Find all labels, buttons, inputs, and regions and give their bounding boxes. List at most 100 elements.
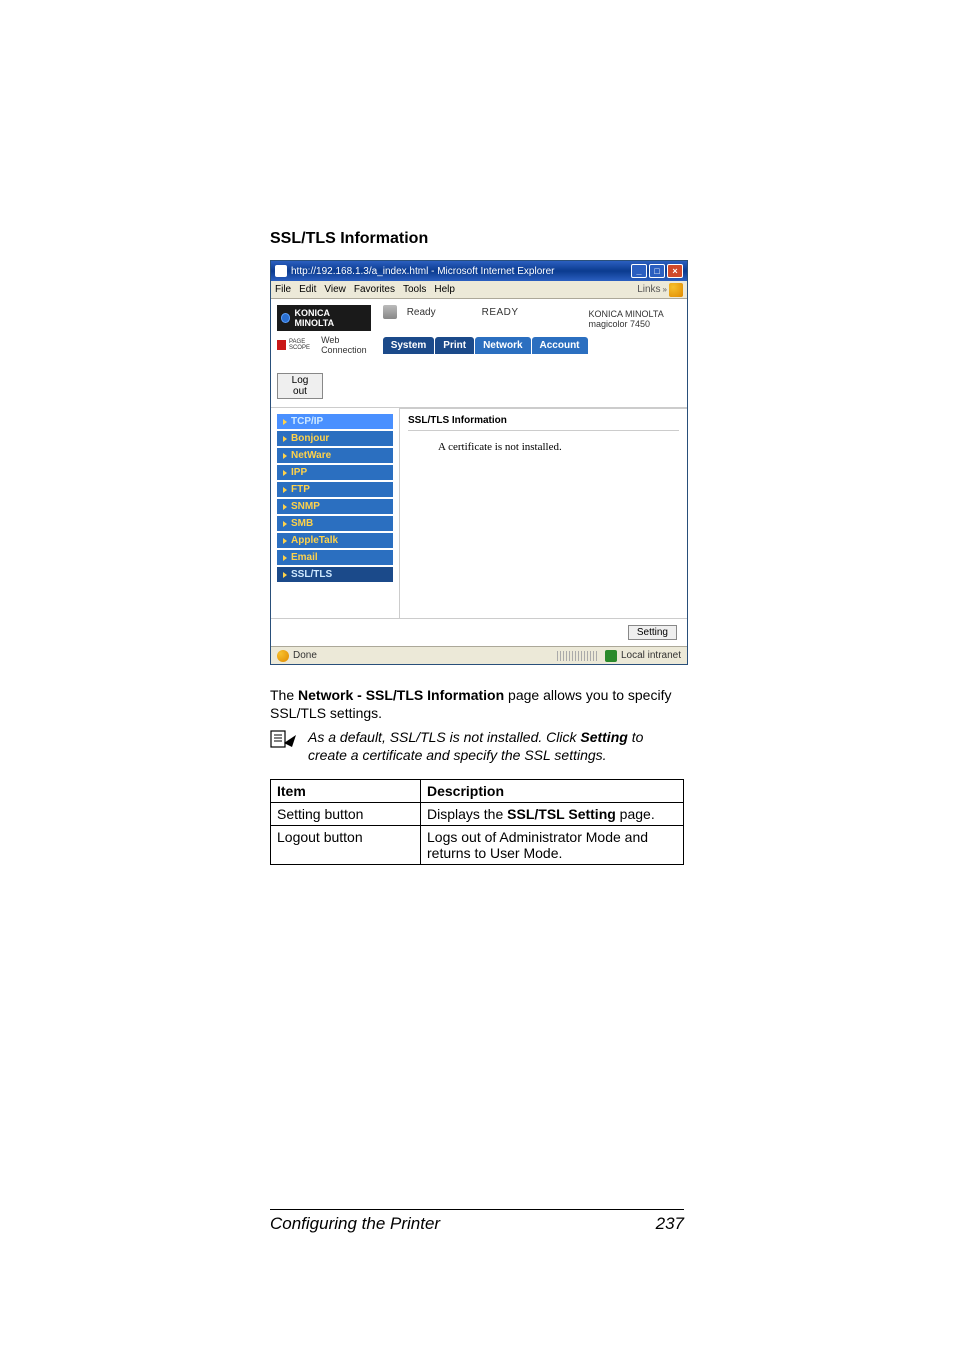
ssl-info-message: A certificate is not installed. bbox=[408, 431, 679, 453]
model-text: magicolor 7450 bbox=[589, 319, 679, 329]
ssl-info-heading: SSL/TLS Information bbox=[408, 415, 679, 431]
main-panel: SSL/TLS Information A certificate is not… bbox=[399, 408, 687, 618]
pagescope-prefix: PAGE SCOPE bbox=[289, 339, 318, 351]
nav-label: IPP bbox=[291, 467, 307, 478]
nav-arrow-icon bbox=[283, 538, 287, 544]
menu-favorites[interactable]: Favorites bbox=[354, 284, 395, 295]
logout-button[interactable]: Log out bbox=[277, 373, 323, 399]
intro-paragraph: The Network - SSL/TLS Information page a… bbox=[270, 687, 684, 723]
footer-left-text: Configuring the Printer bbox=[270, 1214, 440, 1234]
cell-desc: Logs out of Administrator Mode and retur… bbox=[421, 825, 684, 864]
brand-right-text: KONICA MINOLTA bbox=[589, 309, 679, 319]
nav-label: NetWare bbox=[291, 450, 331, 461]
ie-screenshot: http://192.168.1.3/a_index.html - Micros… bbox=[270, 260, 688, 665]
nav-smb[interactable]: SMB bbox=[277, 516, 393, 531]
section-title: SSL/TLS Information bbox=[270, 230, 684, 248]
para-text: The bbox=[270, 687, 298, 703]
nav-arrow-icon bbox=[283, 470, 287, 476]
nav-arrow-icon bbox=[283, 419, 287, 425]
page-footer: Configuring the Printer 237 bbox=[270, 1209, 684, 1234]
nav-label: FTP bbox=[291, 484, 310, 495]
tab-network[interactable]: Network bbox=[475, 337, 530, 354]
minimize-button[interactable]: _ bbox=[631, 264, 647, 278]
nav-label: Email bbox=[291, 552, 318, 563]
status-done-text: Done bbox=[293, 650, 317, 661]
links-chevron-icon[interactable]: » bbox=[663, 285, 667, 294]
tab-print[interactable]: Print bbox=[435, 337, 474, 354]
nav-label: AppleTalk bbox=[291, 535, 338, 546]
nav-tcpip[interactable]: TCP/IP bbox=[277, 414, 393, 429]
footer-rule bbox=[270, 1209, 684, 1210]
statusbar-grip bbox=[557, 651, 597, 661]
tabs-row: System Print Network Account bbox=[377, 337, 589, 354]
cell-desc-bold: SSL/TSL Setting bbox=[507, 806, 616, 822]
nav-appletalk[interactable]: AppleTalk bbox=[277, 533, 393, 548]
note-row: As a default, SSL/TLS is not installed. … bbox=[270, 729, 684, 765]
note-text-pre: As a default, SSL/TLS is not installed. … bbox=[308, 729, 580, 745]
table-row: Setting button Displays the SSL/TSL Sett… bbox=[271, 802, 684, 825]
ready-big-label: READY bbox=[482, 307, 519, 318]
nav-arrow-icon bbox=[283, 487, 287, 493]
ie-menubar: File Edit View Favorites Tools Help Link… bbox=[271, 281, 687, 299]
nav-ssltls[interactable]: SSL/TLS bbox=[277, 567, 393, 582]
status-done-icon bbox=[277, 650, 289, 662]
menu-edit[interactable]: Edit bbox=[299, 284, 316, 295]
ie-app-icon bbox=[275, 265, 287, 277]
cell-desc-text: page. bbox=[616, 806, 655, 822]
cell-desc: Displays the SSL/TSL Setting page. bbox=[421, 802, 684, 825]
table-head-description: Description bbox=[421, 779, 684, 802]
menu-view[interactable]: View bbox=[324, 284, 346, 295]
cell-desc-text: Displays the bbox=[427, 806, 507, 822]
nav-label: SNMP bbox=[291, 501, 320, 512]
note-icon bbox=[270, 729, 296, 754]
security-zone-icon bbox=[605, 650, 617, 662]
links-label[interactable]: Links bbox=[637, 284, 660, 295]
menu-help[interactable]: Help bbox=[434, 284, 455, 295]
security-zone-text: Local intranet bbox=[621, 650, 681, 661]
nav-arrow-icon bbox=[283, 555, 287, 561]
printer-status-icon bbox=[383, 305, 397, 319]
brand-text: KONICA MINOLTA bbox=[294, 308, 366, 328]
nav-arrow-icon bbox=[283, 453, 287, 459]
nav-arrow-icon bbox=[283, 521, 287, 527]
maximize-button[interactable]: □ bbox=[649, 264, 665, 278]
cell-item: Setting button bbox=[271, 802, 421, 825]
pagescope-text: Web Connection bbox=[321, 335, 371, 355]
para-bold: Network - SSL/TLS Information bbox=[298, 687, 504, 703]
item-description-table: Item Description Setting button Displays… bbox=[270, 779, 684, 865]
pagescope-icon bbox=[277, 340, 286, 350]
nav-ipp[interactable]: IPP bbox=[277, 465, 393, 480]
ready-small-label: Ready bbox=[407, 307, 436, 318]
menu-file[interactable]: File bbox=[275, 284, 291, 295]
pagescope-label: PAGE SCOPE Web Connection bbox=[277, 335, 371, 355]
menu-tools[interactable]: Tools bbox=[403, 284, 426, 295]
nav-label: SSL/TLS bbox=[291, 569, 332, 580]
brand-bar: KONICA MINOLTA bbox=[277, 305, 371, 331]
nav-label: SMB bbox=[291, 518, 313, 529]
table-row: Logout button Logs out of Administrator … bbox=[271, 825, 684, 864]
nav-label: Bonjour bbox=[291, 433, 329, 444]
note-text-bold: Setting bbox=[580, 729, 627, 745]
tab-account[interactable]: Account bbox=[532, 337, 588, 354]
table-head-item: Item bbox=[271, 779, 421, 802]
side-nav: TCP/IP Bonjour NetWare IPP FTP SNMP SMB … bbox=[271, 408, 399, 618]
brand-logo-icon bbox=[281, 313, 290, 323]
nav-arrow-icon bbox=[283, 504, 287, 510]
setting-button[interactable]: Setting bbox=[628, 625, 677, 640]
nav-bonjour[interactable]: Bonjour bbox=[277, 431, 393, 446]
ie-throbber-icon bbox=[669, 283, 683, 297]
nav-arrow-icon bbox=[283, 436, 287, 442]
ie-statusbar: Done Local intranet bbox=[271, 646, 687, 664]
footer-page-number: 237 bbox=[656, 1214, 684, 1234]
close-button[interactable]: × bbox=[667, 264, 683, 278]
ie-titlebar: http://192.168.1.3/a_index.html - Micros… bbox=[271, 261, 687, 281]
cell-item: Logout button bbox=[271, 825, 421, 864]
nav-snmp[interactable]: SNMP bbox=[277, 499, 393, 514]
nav-ftp[interactable]: FTP bbox=[277, 482, 393, 497]
ie-title-text: http://192.168.1.3/a_index.html - Micros… bbox=[291, 266, 554, 277]
nav-label: TCP/IP bbox=[291, 416, 323, 427]
nav-email[interactable]: Email bbox=[277, 550, 393, 565]
nav-arrow-icon bbox=[283, 572, 287, 578]
nav-netware[interactable]: NetWare bbox=[277, 448, 393, 463]
tab-system[interactable]: System bbox=[383, 337, 435, 354]
